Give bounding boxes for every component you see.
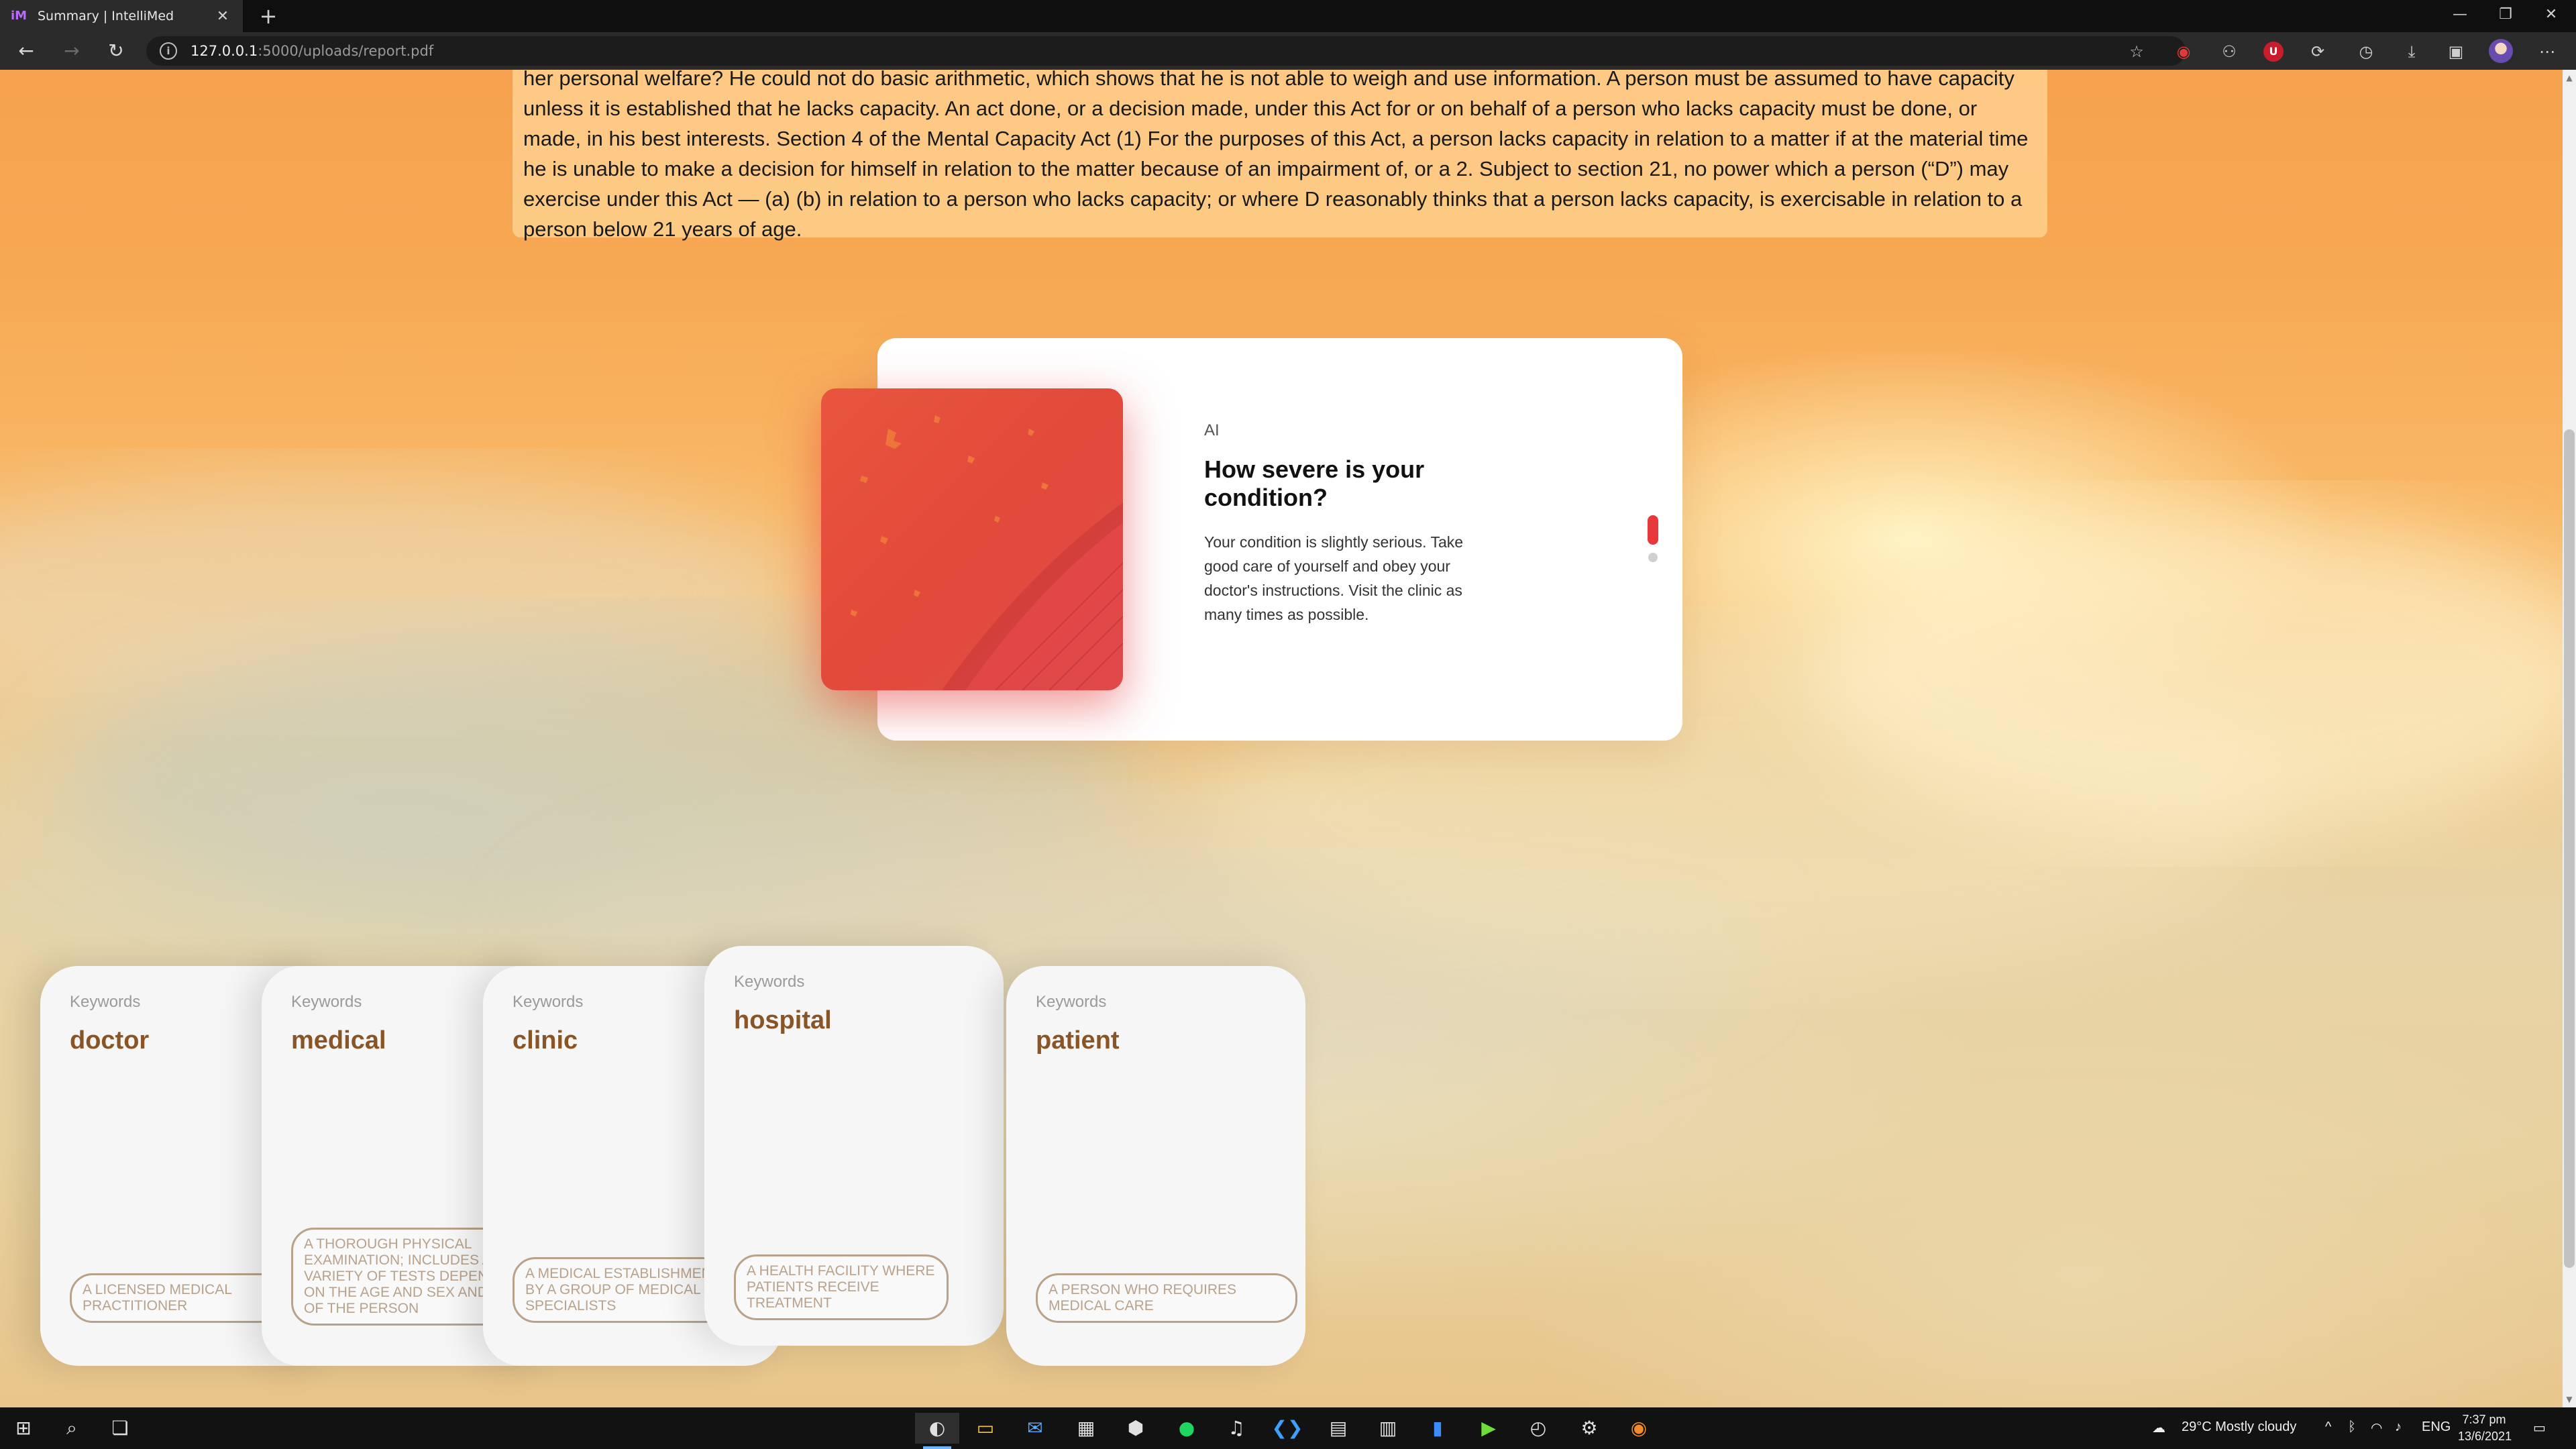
- mail-icon[interactable]: ✉: [1013, 1413, 1057, 1444]
- volume-icon[interactable]: ♪: [2395, 1419, 2402, 1435]
- tab-close-icon[interactable]: ✕: [213, 8, 232, 25]
- search-icon[interactable]: ⌕: [50, 1413, 94, 1444]
- keyword-card-label: Keywords: [513, 993, 584, 1011]
- ublock-extension-icon[interactable]: U: [2263, 42, 2284, 62]
- ai-label: AI: [1204, 421, 1220, 439]
- extension-sync-icon[interactable]: ⟳: [2308, 42, 2328, 62]
- keyword-card-patient[interactable]: Keywords patient A person who requires m…: [1006, 966, 1305, 1366]
- windows-taskbar: ⊞ ⌕ ❏ ◐ ▭ ✉ ▦ ⬢ ● ♫ ❮❯ ▤ ▥ ▮ ▶ ◴ ⚙ ◉ ☁ 2…: [0, 1407, 2576, 1449]
- ai-card-image: [821, 388, 1123, 690]
- scroll-up-icon[interactable]: ▲: [2563, 71, 2576, 85]
- bluetooth-icon[interactable]: ᛒ: [2348, 1419, 2356, 1435]
- more-menu-icon[interactable]: ⋯: [2537, 42, 2557, 62]
- store-icon[interactable]: ▦: [1064, 1413, 1108, 1444]
- address-bar[interactable]: i 127.0.0.1:5000/uploads/report.pdf: [146, 36, 2186, 66]
- url-host: 127.0.0.1: [191, 43, 258, 59]
- intellimed-favicon-icon: iM: [11, 9, 28, 23]
- ai-card-title: How severe is your condition?: [1204, 455, 1425, 511]
- extension-glasses-icon[interactable]: ⚇: [2219, 42, 2239, 62]
- back-arrow-icon[interactable]: ←: [12, 38, 40, 64]
- keyword-word: patient: [1036, 1026, 1120, 1055]
- summary-panel: her personal welfare? He could not do ba…: [513, 70, 2047, 241]
- edge-browser-icon[interactable]: ◐: [915, 1413, 959, 1449]
- history-icon[interactable]: ◷: [2356, 42, 2376, 62]
- forward-arrow-icon[interactable]: →: [58, 38, 86, 64]
- download-icon[interactable]: ⤓: [2402, 42, 2422, 62]
- wifi-icon[interactable]: ◠: [2371, 1419, 2382, 1436]
- weather-cloud-icon[interactable]: ☁: [2152, 1419, 2165, 1436]
- spotify-icon[interactable]: ●: [1165, 1413, 1209, 1444]
- pagination-dot-active[interactable]: [1648, 515, 1658, 545]
- close-window-icon[interactable]: ✕: [2528, 0, 2575, 32]
- keyword-definition-pill[interactable]: A person who requires medical care: [1036, 1273, 1297, 1323]
- favorite-star-icon[interactable]: ☆: [2127, 42, 2147, 62]
- clock-date: 13/6/2021: [2458, 1430, 2512, 1443]
- profile-avatar[interactable]: [2489, 39, 2513, 63]
- keyword-card-label: Keywords: [291, 993, 362, 1011]
- leaves-on-stairs-image: [851, 415, 1123, 690]
- notifications-icon[interactable]: ▭: [2533, 1419, 2546, 1436]
- restore-icon[interactable]: ❐: [2482, 0, 2529, 32]
- browser-tabstrip: iM Summary | IntelliMed ✕ + — ❐ ✕: [0, 0, 2576, 32]
- collections-icon[interactable]: ▣: [2446, 42, 2466, 62]
- weather-status[interactable]: 29°C Mostly cloudy: [2182, 1419, 2296, 1435]
- start-windows-icon[interactable]: ⊞: [1, 1413, 46, 1444]
- new-tab-icon[interactable]: +: [255, 3, 282, 30]
- keyword-definition-pill[interactable]: A health facility where patients receive…: [734, 1254, 949, 1320]
- minimize-icon[interactable]: —: [2436, 0, 2483, 32]
- language-indicator[interactable]: ENG: [2422, 1419, 2451, 1435]
- clock-app-icon[interactable]: ◴: [1516, 1413, 1560, 1444]
- refresh-icon[interactable]: ↻: [102, 38, 130, 64]
- scroll-down-icon[interactable]: ▼: [2563, 1393, 2576, 1406]
- keyword-word: doctor: [70, 1026, 150, 1055]
- vscode-icon[interactable]: ❮❯: [1265, 1413, 1309, 1444]
- music-icon[interactable]: ♫: [1214, 1413, 1258, 1444]
- task-view-icon[interactable]: ❏: [98, 1413, 142, 1444]
- keyword-word: medical: [291, 1026, 386, 1055]
- pagination-dot[interactable]: [1648, 553, 1658, 562]
- summary-text: her personal welfare? He could not do ba…: [523, 70, 2029, 241]
- keyword-card-label: Keywords: [70, 993, 141, 1011]
- keyword-card-label: Keywords: [734, 973, 805, 991]
- page-viewport: her personal welfare? He could not do ba…: [0, 70, 2563, 1407]
- ai-card-body: Your condition is slightly serious. Take…: [1204, 533, 1464, 623]
- browser-toolbar: ← → ↻ i 127.0.0.1:5000/uploads/report.pd…: [0, 32, 2576, 70]
- settings-gear-icon[interactable]: ⚙: [1567, 1413, 1611, 1444]
- file-explorer-icon[interactable]: ▭: [963, 1413, 1008, 1444]
- tray-chevron-up-icon[interactable]: ^: [2325, 1419, 2331, 1435]
- url-path: :5000/uploads/report.pdf: [258, 43, 434, 59]
- notes-icon[interactable]: ▮: [1415, 1413, 1460, 1444]
- chrome-canary-icon[interactable]: ◉: [1617, 1413, 1661, 1444]
- keyword-word: clinic: [513, 1026, 578, 1055]
- keyword-word: hospital: [734, 1006, 832, 1034]
- tab-title: Summary | IntelliMed: [38, 9, 174, 23]
- scrollbar-thumb[interactable]: [2564, 429, 2575, 1268]
- taskbar-clock[interactable]: 7:37 pm 13/6/2021: [2458, 1411, 2512, 1445]
- keyword-card-label: Keywords: [1036, 993, 1107, 1011]
- site-info-icon[interactable]: i: [160, 42, 177, 60]
- browser-tab[interactable]: iM Summary | IntelliMed ✕: [0, 0, 243, 32]
- clock-time: 7:37 pm: [2462, 1413, 2506, 1426]
- terminal-icon[interactable]: ▤: [1316, 1413, 1360, 1444]
- calculator-icon[interactable]: ▥: [1366, 1413, 1410, 1444]
- extension-red-icon[interactable]: ◉: [2174, 42, 2194, 62]
- play-app-icon[interactable]: ▶: [1466, 1413, 1511, 1444]
- keyword-card-hospital[interactable]: Keywords hospital A health facility wher…: [704, 946, 1004, 1346]
- app-hex-icon[interactable]: ⬢: [1114, 1413, 1158, 1444]
